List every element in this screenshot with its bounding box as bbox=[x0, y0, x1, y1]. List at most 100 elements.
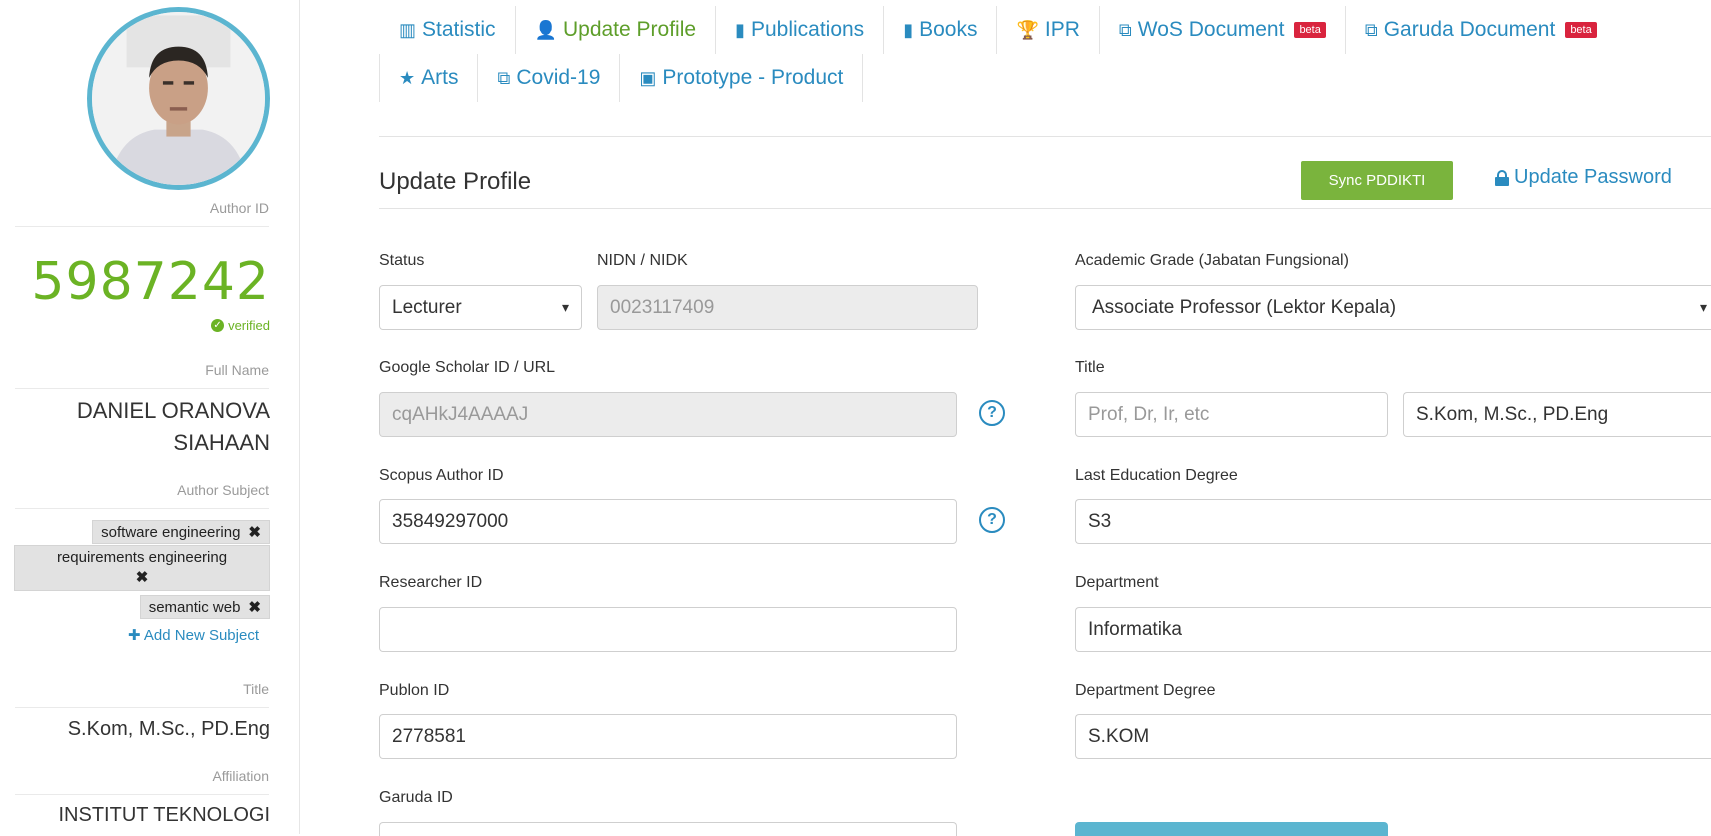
update-password-label: Update Password bbox=[1514, 166, 1672, 188]
remove-icon[interactable]: ✖ bbox=[136, 569, 149, 586]
tab-statistic[interactable]: ▥ Statistic bbox=[379, 6, 516, 54]
tab-label: Publications bbox=[750, 18, 865, 41]
user-icon: 👤 bbox=[534, 19, 557, 40]
copy-icon: ⧉ bbox=[1364, 19, 1378, 40]
author-id-value: 5987242 bbox=[31, 252, 270, 312]
last-education-value: S3 bbox=[1088, 510, 1112, 532]
title-back-field[interactable]: S.Kom, M.Sc., PD.Eng bbox=[1403, 392, 1711, 437]
author-subject-label: Author Subject bbox=[177, 482, 269, 498]
tab-covid-19[interactable]: ⧉ Covid-19 bbox=[478, 54, 621, 102]
beta-badge: beta bbox=[1565, 22, 1597, 38]
remove-icon[interactable]: ✖ bbox=[248, 524, 261, 541]
google-scholar-value: cqAHkJ4AAAAJ bbox=[392, 403, 529, 425]
bar-chart-icon: ▥ bbox=[399, 19, 417, 40]
publon-value: 2778581 bbox=[392, 725, 466, 747]
affiliation-label: Affiliation bbox=[212, 768, 269, 784]
star-icon: ★ bbox=[399, 67, 416, 88]
tab-arts[interactable]: ★ Arts bbox=[380, 54, 479, 102]
tab-row: ★ Arts ⧉ Covid-19 ▣ Prototype - Product bbox=[379, 54, 864, 102]
verified-badge: ✓ verified bbox=[211, 318, 270, 333]
remove-icon[interactable]: ✖ bbox=[248, 599, 261, 616]
title-back-value: S.Kom, M.Sc., PD.Eng bbox=[1416, 403, 1609, 425]
tab-wos-document[interactable]: ⧉ WoS Document beta bbox=[1100, 6, 1346, 54]
nidn-label: NIDN / NIDK bbox=[597, 252, 688, 269]
scopus-author-id-field[interactable]: 35849297000 bbox=[379, 499, 957, 544]
author-id-label: Author ID bbox=[209, 200, 269, 216]
book-icon: ▮ bbox=[735, 19, 745, 40]
status-select[interactable]: Lecturer ▾ bbox=[379, 285, 582, 330]
tab-label: Statistic bbox=[422, 18, 496, 41]
academic-grade-label: Academic Grade (Jabatan Fungsional) bbox=[1075, 252, 1349, 269]
tab-publications[interactable]: ▮ Publications bbox=[716, 6, 885, 54]
divider bbox=[15, 508, 269, 509]
status-value: Lecturer bbox=[392, 296, 462, 318]
check-circle-icon: ✓ bbox=[211, 319, 225, 332]
update-password-link[interactable]: Update Password bbox=[1495, 166, 1672, 189]
page: Author ID 5987242 ✓ verified Full Name D… bbox=[0, 0, 1711, 836]
department-degree-value: S.KOM bbox=[1088, 725, 1150, 747]
google-scholar-label: Google Scholar ID / URL bbox=[379, 359, 556, 376]
divider bbox=[15, 226, 269, 227]
tab-label: Arts bbox=[421, 66, 459, 89]
add-subject-link[interactable]: ✚ Add New Subject bbox=[128, 626, 259, 644]
lock-icon bbox=[1495, 169, 1509, 186]
title-front-placeholder: Prof, Dr, Ir, etc bbox=[1088, 403, 1210, 425]
last-education-field[interactable]: S3 bbox=[1075, 499, 1711, 544]
tab-label: Prototype - Product bbox=[662, 66, 844, 89]
publon-id-field[interactable]: 2778581 bbox=[379, 714, 957, 759]
help-icon[interactable]: ? bbox=[979, 507, 1005, 533]
title-label: Title bbox=[243, 681, 269, 697]
book-icon: ▮ bbox=[903, 19, 914, 40]
affiliation-value: INSTITUT TEKNOLOGI bbox=[58, 804, 270, 826]
scopus-value: 35849297000 bbox=[392, 510, 509, 532]
divider bbox=[379, 208, 1711, 209]
academic-grade-select[interactable]: Associate Professor (Lektor Kepala) ▾ bbox=[1075, 285, 1711, 330]
google-scholar-field[interactable]: cqAHkJ4AAAAJ bbox=[379, 392, 957, 437]
tab-label: Books bbox=[919, 18, 978, 41]
last-education-label: Last Education Degree bbox=[1075, 467, 1238, 484]
chevron-down-icon: ▾ bbox=[561, 299, 569, 315]
sync-pddikti-button[interactable]: Sync PDDIKTI bbox=[1301, 161, 1453, 200]
department-degree-field[interactable]: S.KOM bbox=[1075, 714, 1711, 759]
tab-row: ▥ Statistic 👤 Update Profile ▮ Publicati… bbox=[379, 6, 1711, 54]
panel-title: Update Profile bbox=[379, 168, 532, 195]
add-subject-label: Add New Subject bbox=[143, 627, 259, 644]
tab-label: Update Profile bbox=[562, 18, 697, 41]
department-field[interactable]: Informatika bbox=[1075, 607, 1711, 652]
avatar bbox=[87, 7, 270, 190]
divider bbox=[15, 388, 269, 389]
publon-id-label: Publon ID bbox=[379, 682, 450, 699]
subject-tag-label: requirements engineering bbox=[56, 549, 228, 566]
researcher-id-field[interactable] bbox=[379, 607, 957, 652]
subject-tag: software engineering ✖ bbox=[92, 520, 270, 544]
nidn-field[interactable]: 0023117409 bbox=[597, 285, 978, 330]
full-name-value: DANIEL ORANOVA SIAHAAN bbox=[76, 398, 270, 455]
department-value: Informatika bbox=[1088, 618, 1182, 640]
divider bbox=[15, 707, 269, 708]
help-icon[interactable]: ? bbox=[979, 400, 1005, 426]
divider bbox=[15, 794, 269, 795]
tab-prototype-product[interactable]: ▣ Prototype - Product bbox=[620, 54, 864, 102]
subject-tag: requirements engineering ✖ bbox=[14, 545, 270, 591]
tab-label: WoS Document bbox=[1137, 18, 1285, 41]
status-label: Status bbox=[379, 252, 425, 269]
trophy-icon: 🏆 bbox=[1016, 19, 1039, 40]
subject-tag-label: software engineering bbox=[101, 524, 241, 541]
tab-ipr[interactable]: 🏆 IPR bbox=[997, 6, 1100, 54]
title-front-field[interactable]: Prof, Dr, Ir, etc bbox=[1075, 392, 1388, 437]
profile-tabs: ▥ Statistic 👤 Update Profile ▮ Publicati… bbox=[379, 6, 1711, 102]
tab-update-profile[interactable]: 👤 Update Profile bbox=[516, 6, 717, 54]
copy-icon: ⧉ bbox=[497, 67, 511, 88]
profile-sidebar: Author ID 5987242 ✓ verified Full Name D… bbox=[0, 0, 300, 834]
nidn-value: 0023117409 bbox=[610, 296, 715, 318]
scopus-label: Scopus Author ID bbox=[379, 467, 504, 484]
title-label: Title bbox=[1075, 359, 1105, 376]
department-degree-label: Department Degree bbox=[1075, 682, 1216, 699]
academic-grade-value: Associate Professor (Lektor Kepala) bbox=[1092, 296, 1397, 318]
frame-icon: ▣ bbox=[639, 67, 657, 88]
garuda-id-label: Garuda ID bbox=[379, 789, 453, 806]
plus-icon: ✚ bbox=[128, 627, 141, 644]
copy-icon: ⧉ bbox=[1118, 19, 1132, 40]
tab-books[interactable]: ▮ Books bbox=[884, 6, 998, 54]
tab-garuda-document[interactable]: ⧉ Garuda Document beta bbox=[1346, 6, 1616, 54]
